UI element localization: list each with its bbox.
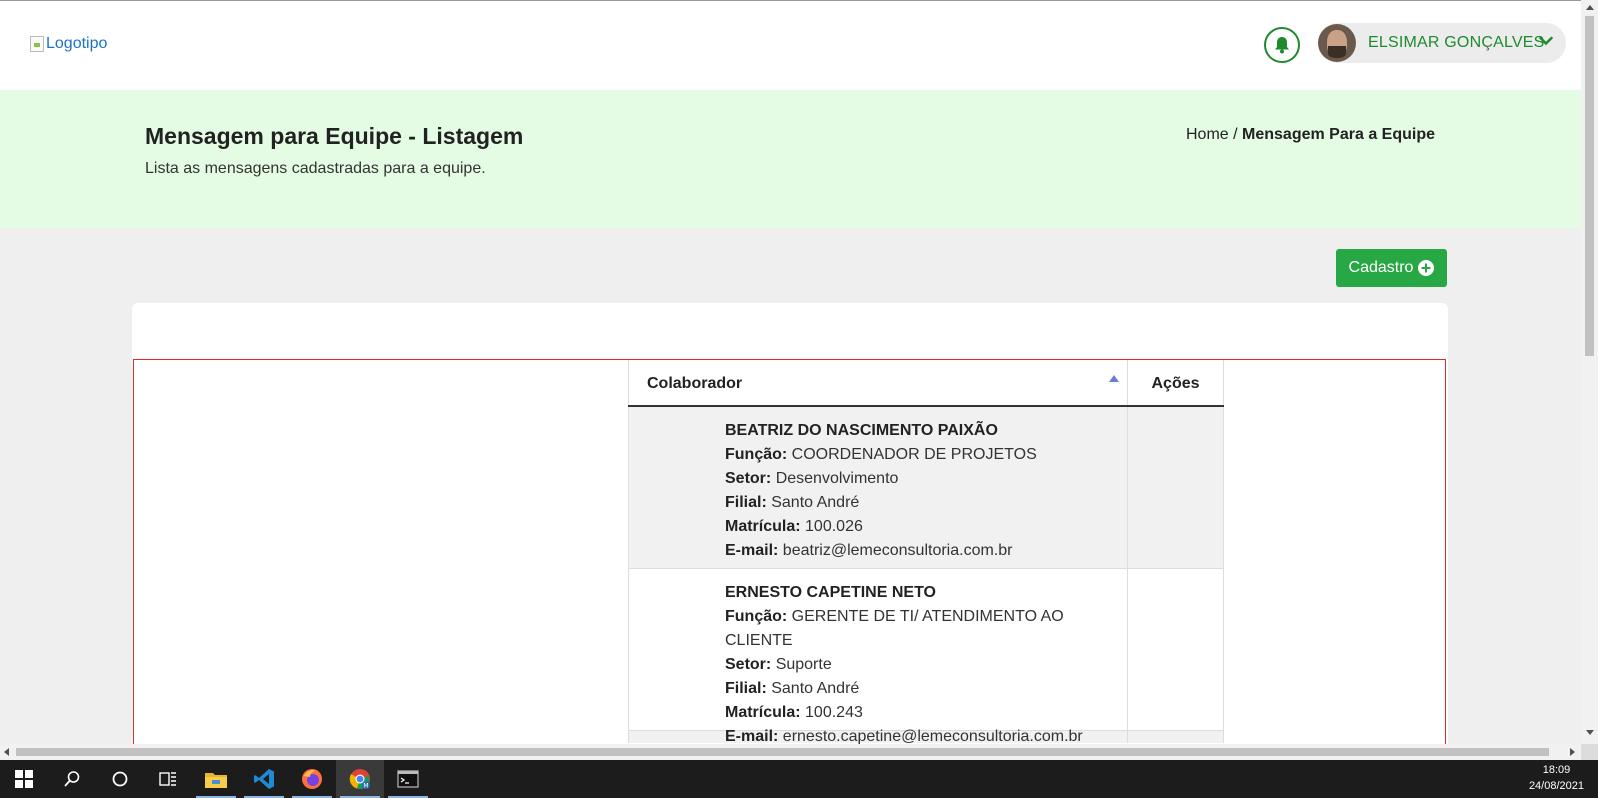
page-title: Mensagem para Equipe - Listagem xyxy=(145,123,524,149)
vertical-scroll-thumb[interactable] xyxy=(1585,16,1594,356)
filial-value: Santo André xyxy=(771,680,860,697)
colaborador-cell: BEATRIZ DO NASCIMENTO PAIXÃO Função: COO… xyxy=(628,407,1128,568)
column-header-acoes: Ações xyxy=(1128,360,1224,405)
setor-value: Suporte xyxy=(775,656,832,673)
page-header-band xyxy=(0,90,1581,228)
logo-link[interactable]: Logotipo xyxy=(30,35,107,53)
vscode-icon[interactable] xyxy=(240,760,288,798)
colaborador-name: BEATRIZ DO NASCIMENTO PAIXÃO xyxy=(725,422,998,439)
firefox-icon[interactable] xyxy=(288,760,336,798)
acoes-cell xyxy=(1128,407,1224,568)
acoes-cell xyxy=(1128,569,1224,730)
task-view-icon[interactable] xyxy=(144,760,192,798)
svg-text:M: M xyxy=(363,783,368,790)
search-icon[interactable] xyxy=(48,760,96,798)
cortana-icon[interactable] xyxy=(96,760,144,798)
horizontal-scrollbar[interactable] xyxy=(0,744,1581,760)
bell-icon xyxy=(1275,37,1289,54)
windows-taskbar: M xyxy=(0,760,1598,798)
logo-alt-text: Logotipo xyxy=(46,35,108,52)
column-header-colaborador[interactable]: Colaborador xyxy=(628,360,1128,405)
horizontal-scroll-thumb[interactable] xyxy=(16,748,1549,756)
system-clock[interactable]: 18:09 24/08/2021 xyxy=(1529,762,1584,794)
chrome-icon[interactable]: M xyxy=(336,760,384,798)
plus-circle-icon xyxy=(1418,260,1435,276)
breadcrumb-home-link[interactable]: Home / xyxy=(1186,126,1238,143)
scroll-down-arrow-icon[interactable] xyxy=(1586,730,1594,735)
user-name[interactable]: ELSIMAR GONÇALVES xyxy=(1368,34,1545,52)
table-row: ERNESTO CAPETINE NETO Função: GERENTE DE… xyxy=(628,569,1224,745)
page-subtitle: Lista as mensagens cadastradas para a eq… xyxy=(145,160,486,177)
table-row xyxy=(628,731,1224,743)
cadastro-button-label: Cadastro xyxy=(1348,259,1414,276)
breadcrumb: Home / Mensagem Para a Equipe xyxy=(1186,126,1435,144)
matricula-value: 100.026 xyxy=(805,518,863,535)
matricula-value: 100.243 xyxy=(805,704,863,721)
chevron-down-icon[interactable] xyxy=(1539,36,1553,46)
sort-ascending-icon[interactable] xyxy=(1109,375,1119,382)
file-explorer-icon[interactable] xyxy=(192,760,240,798)
colaborador-name: ERNESTO CAPETINE NETO xyxy=(725,584,936,601)
email-value: beatriz@lemeconsultoria.com.br xyxy=(782,542,1013,559)
broken-image-icon xyxy=(30,36,44,52)
vertical-scrollbar[interactable] xyxy=(1581,0,1598,744)
notifications-bell-button[interactable] xyxy=(1264,27,1300,63)
scroll-right-arrow-icon[interactable] xyxy=(1570,748,1575,756)
filial-value: Santo André xyxy=(771,494,860,511)
avatar[interactable] xyxy=(1318,24,1356,62)
cadastro-button[interactable]: Cadastro xyxy=(1336,249,1447,287)
clock-time: 18:09 xyxy=(1542,764,1571,776)
setor-value: Desenvolvimento xyxy=(775,470,899,487)
scroll-left-arrow-icon[interactable] xyxy=(4,748,9,756)
colaborador-cell: ERNESTO CAPETINE NETO Função: GERENTE DE… xyxy=(628,569,1128,745)
funcao-value: COORDENADOR DE PROJETOS xyxy=(791,446,1037,463)
terminal-icon[interactable] xyxy=(384,760,432,798)
scrollbar-corner xyxy=(1581,744,1598,760)
table-header-row: Colaborador Ações xyxy=(628,360,1224,407)
clock-date: 24/08/2021 xyxy=(1528,780,1584,792)
breadcrumb-current: Mensagem Para a Equipe xyxy=(1242,126,1435,143)
scroll-up-arrow-icon[interactable] xyxy=(1586,5,1594,10)
windows-start-icon[interactable] xyxy=(0,760,48,798)
messages-table: Colaborador Ações BEATRIZ DO NASCIMENTO … xyxy=(628,360,1224,745)
table-row: BEATRIZ DO NASCIMENTO PAIXÃO Função: COO… xyxy=(628,407,1224,569)
